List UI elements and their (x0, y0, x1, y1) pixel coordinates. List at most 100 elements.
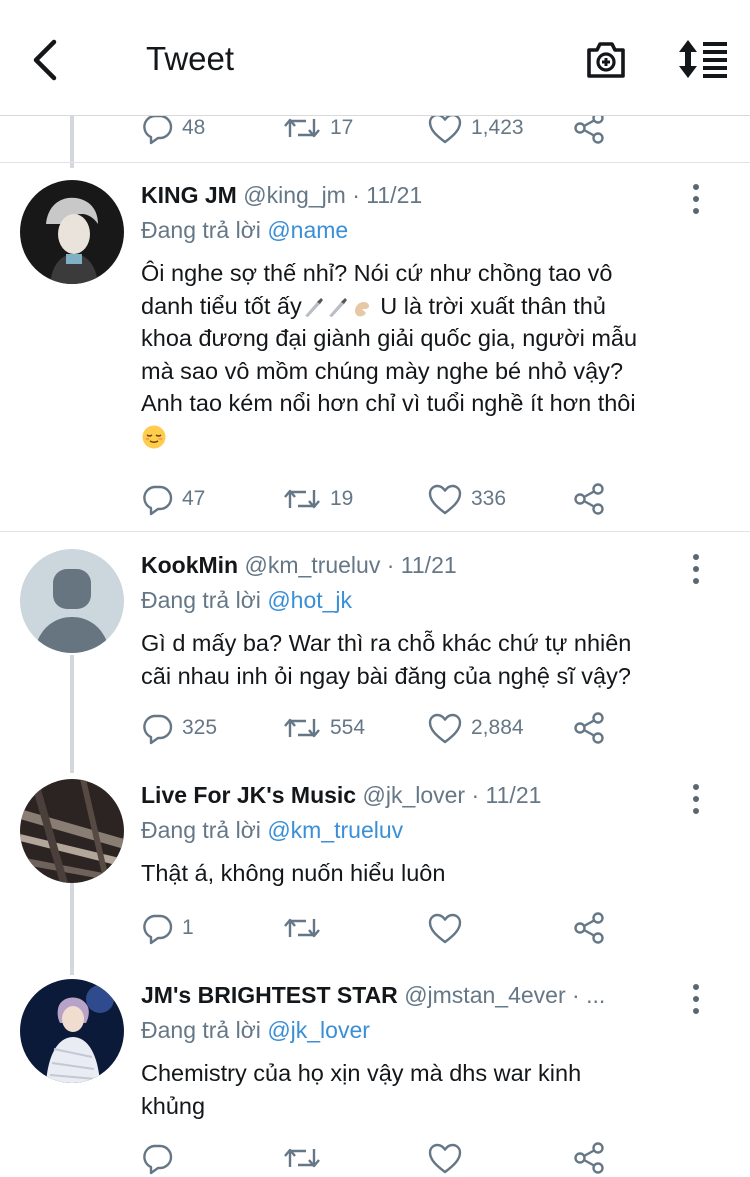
tweet-text-segment: danh tiểu tốt ấy (141, 292, 302, 319)
tweet-author-line: JM's BRIGHTEST STAR @jmstan_4ever · ... (141, 982, 661, 1009)
heart-icon (427, 111, 463, 145)
display-name[interactable]: KING JM (141, 182, 237, 208)
tweet-date: 11/21 (485, 782, 542, 808)
display-name[interactable]: Live For JK's Music (141, 782, 356, 808)
tweet-date: ... (586, 982, 606, 1008)
mention-link[interactable]: @km_trueluv (267, 817, 403, 843)
reply-icon (140, 711, 174, 745)
replying-to: Đang trả lời @hot_jk (141, 587, 352, 614)
avatar[interactable] (20, 549, 124, 653)
share-icon (572, 482, 606, 516)
retweet-button[interactable] (282, 1138, 322, 1177)
pinching-hand-icon (354, 302, 369, 317)
avatar[interactable] (20, 180, 124, 284)
reply-count: 325 (182, 716, 218, 739)
tweet-text: Ôi nghe sợ thế nhỉ? Nói cứ như chồng tao… (141, 257, 711, 452)
reply-count: 47 (182, 487, 206, 510)
retweet-button[interactable]: 554 (282, 708, 365, 748)
tweet-actions: 1 (140, 908, 620, 948)
mention-link[interactable]: @hot_jk (267, 587, 352, 613)
retweet-button[interactable] (282, 908, 322, 948)
chevron-left-icon (33, 39, 57, 81)
reply-button[interactable]: 325 (140, 708, 217, 748)
replying-to-label: Đang trả lời (141, 1017, 261, 1043)
more-dot (693, 578, 699, 584)
reply-button[interactable]: 47 (140, 479, 205, 519)
tweet-author-line: Live For JK's Music @jk_lover · 11/21 (141, 782, 661, 809)
share-icon (572, 1141, 606, 1175)
replying-to-label: Đang trả lời (141, 587, 261, 613)
more-dot (693, 796, 699, 802)
heart-icon (427, 482, 463, 516)
tweet-text: Thật á, không nuốn hiểu luôn (141, 857, 711, 890)
mention-link[interactable]: @name (267, 217, 348, 243)
more-options-button[interactable] (684, 782, 708, 816)
display-name[interactable]: KookMin (141, 552, 238, 578)
tweet-text-line: mà sao vô mồm chúng mày nghe bé nhỏ vậy? (141, 357, 624, 384)
reply-button[interactable] (140, 1138, 174, 1177)
tweet-text-line: khoa đương đại giành giải quốc gia, ngườ… (141, 325, 638, 351)
tweet-date: 11/21 (400, 552, 457, 578)
more-options-button[interactable] (684, 182, 708, 216)
tweet-actions: 47 19 336 (140, 479, 620, 519)
share-button[interactable] (572, 708, 606, 748)
sort-icon (679, 40, 727, 78)
page-title: Tweet (146, 40, 235, 77)
reply-icon (140, 911, 174, 945)
tweet-text-line: Anh tao kém nổi hơn chỉ vì tuổi nghề ít … (141, 390, 636, 416)
separator-dot: · (572, 982, 580, 1008)
tweet-text-line: Gì d mấy ba? War thì ra chỗ khác chứ tự … (141, 630, 632, 656)
more-dot (693, 808, 699, 814)
more-options-button[interactable] (684, 552, 708, 586)
replying-to: Đang trả lời @name (141, 217, 348, 244)
thread-line (70, 655, 74, 773)
replying-to-label: Đang trả lời (141, 217, 261, 243)
camera-plus-icon (587, 42, 625, 78)
tweet-text-line: khủng (141, 1092, 206, 1119)
share-button[interactable] (572, 1138, 606, 1177)
share-button[interactable] (572, 908, 606, 948)
mention-link[interactable]: @jk_lover (267, 1017, 370, 1043)
like-button[interactable]: 336 (427, 479, 506, 519)
like-button[interactable]: 2,884 (427, 708, 524, 748)
relieved-face-icon (142, 425, 166, 449)
reply-button[interactable]: 1 (140, 908, 194, 948)
avatar[interactable] (20, 979, 124, 1083)
like-button[interactable] (427, 1138, 463, 1177)
tweet-author-line: KING JM @king_jm · 11/21 (141, 182, 661, 209)
share-icon (572, 711, 606, 745)
like-count: 336 (471, 487, 507, 510)
tweet-text: Chemistry của họ xịn vậy mà dhs war kinh… (141, 1057, 711, 1122)
reply-icon (140, 1141, 174, 1175)
more-dot (693, 1008, 699, 1014)
separator-dot: · (386, 552, 395, 578)
avatar-image (20, 979, 124, 1083)
camera-button[interactable] (584, 38, 628, 82)
replying-to: Đang trả lời @km_trueluv (141, 817, 403, 844)
avatar-image (20, 180, 124, 284)
tweet-text-line: Ôi nghe sợ thế nhỉ? Nói cứ như chồng tao… (141, 260, 613, 286)
user-handle[interactable]: @king_jm (243, 182, 346, 208)
tweet-date: 11/21 (366, 182, 423, 208)
retweet-button[interactable]: 19 (282, 479, 353, 519)
heart-icon (427, 1141, 463, 1175)
like-button[interactable] (427, 908, 463, 948)
more-dot (693, 554, 699, 560)
back-button[interactable] (26, 38, 66, 82)
share-button[interactable] (572, 479, 606, 519)
user-handle[interactable]: @jmstan_4ever (404, 982, 565, 1008)
display-name[interactable]: JM's BRIGHTEST STAR (141, 982, 398, 1008)
separator-dot: · (471, 782, 480, 808)
more-options-button[interactable] (684, 982, 708, 1016)
retweet-icon (282, 911, 322, 945)
tweet-actions: 325 554 2,884 (140, 708, 620, 748)
user-handle[interactable]: @jk_lover (362, 782, 465, 808)
avatar[interactable] (20, 779, 124, 883)
replying-to-label: Đang trả lời (141, 817, 261, 843)
tweet-text-line (141, 420, 711, 453)
user-handle[interactable]: @km_trueluv (245, 552, 381, 578)
sort-button[interactable] (676, 38, 728, 80)
share-icon (572, 111, 606, 145)
tweet-text-line: danh tiểu tốt ấy U là trời xuất thân thủ (141, 290, 711, 323)
share-icon (572, 911, 606, 945)
